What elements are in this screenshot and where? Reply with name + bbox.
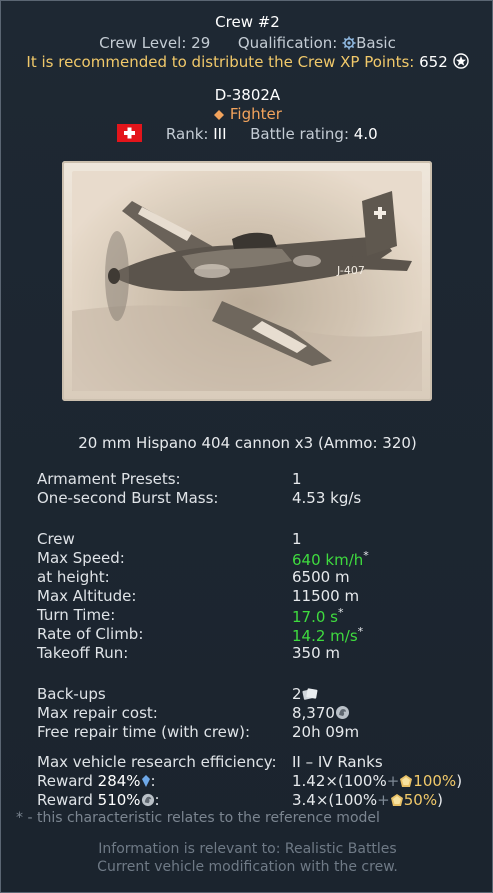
stat-row: Crew 1 [37,530,477,550]
stat-value: 350 m [292,644,341,662]
reward-sl-value: 3.4×(100%+ 50%) [292,791,443,811]
aircraft-silhouette-icon [72,191,422,391]
crew-xp-recommendation: It is recommended to distribute the Crew… [1,53,493,73]
vehicle-tooltip-card: Crew #2 Crew Level: 29 Qualification: Ba… [0,0,493,893]
rank-value: III [213,125,227,143]
reward-rp-row: Reward 284%: 1.42×(100%+ 100%) [37,772,477,792]
stat-value: 1 [292,530,302,548]
crew-level-label: Crew Level: [99,34,187,52]
stat-label: Turn Time: [37,606,116,624]
qualification-label: Qualification: [237,34,338,52]
stat-value: 17.0 s* [292,606,344,626]
vehicle-class-line: Fighter [1,105,493,125]
battle-rating-label: Battle rating: [250,125,349,143]
stat-row: Turn Time: 17.0 s* [37,606,477,626]
research-efficiency-label: Max vehicle research efficiency: [37,753,277,771]
reward-sl-label: Reward 510%: [37,791,160,811]
stat-value: 1 [292,470,302,488]
rank-label: Rank: [165,125,209,143]
repair-cost-row: Max repair cost: 8,370 [37,704,477,724]
rank-line: Rank: III Battle rating: 4.0 [1,124,493,146]
stat-label: Takeoff Run: [37,644,129,662]
reward-rp-label: Reward 284%: [37,772,156,792]
xp-points-value: 652 [419,53,448,71]
battle-rating-value: 4.0 [353,125,378,143]
fighter-class-icon [213,107,225,125]
recommend-text: It is recommended to distribute the Crew… [26,53,415,71]
reward-sl-row: Reward 510%: 3.4×(100%+ 50%) [37,791,477,811]
premium-bonus-icon [399,774,413,792]
stat-value: 4.53 kg/s [292,489,362,507]
backup-icon [302,687,318,705]
stat-row: Takeoff Run: 350 m [37,644,477,664]
repair-cost-value: 8,370 [292,704,350,724]
aircraft-marking: J-407 [337,264,365,277]
qualification-value: Basic [356,34,396,52]
backups-value: 2 [292,685,318,705]
switzerland-flag-icon [117,124,143,146]
stat-label: Armament Presets: [37,470,181,488]
gear-icon [342,36,356,54]
info-line-2: Current vehicle modification with the cr… [97,859,398,875]
stat-value: 640 km/h* [292,549,369,569]
stat-row: One-second Burst Mass: 4.53 kg/s [37,489,477,509]
backups-label: Back-ups [37,685,106,703]
stat-value: 11500 m [292,587,360,605]
backups-row: Back-ups 2 [37,685,477,705]
stat-row: at height: 6500 m [37,568,477,588]
stat-label: One-second Burst Mass: [37,489,219,507]
research-points-icon [141,774,151,792]
weapon-line: 20 mm Hispano 404 cannon x3 (Ammo: 320) [78,434,417,452]
stat-label: Crew [37,530,75,548]
premium-bonus-icon [390,793,404,811]
crew-level-value: 29 [191,34,211,52]
stat-label: Rate of Climb: [37,625,144,643]
stat-value: 6500 m [292,568,350,586]
silver-lions-icon [141,793,155,811]
stat-label: at height: [37,568,110,586]
silver-lions-icon [335,705,350,724]
reward-rp-value: 1.42×(100%+ 100%) [292,772,463,792]
vehicle-name: D-3802A [214,86,281,104]
info-line-1: Information is relevant to: Realistic Ba… [98,841,397,857]
stat-row: Max Altitude: 11500 m [37,587,477,607]
free-repair-row: Free repair time (with crew): 20h 09m [37,723,477,743]
stat-row: Max Speed: 640 km/h* [37,549,477,569]
free-repair-label: Free repair time (with crew): [37,723,251,741]
vehicle-photo: J-407 [62,161,432,401]
stat-label: Max Altitude: [37,587,137,605]
crew-xp-icon [452,53,469,73]
stat-row: Rate of Climb: 14.2 m/s* [37,625,477,645]
footnote: * - this characteristic relates to the r… [16,810,380,826]
stat-row: Armament Presets: 1 [37,470,477,490]
vehicle-class: Fighter [229,105,282,123]
research-efficiency-row: Max vehicle research efficiency: II – IV… [37,753,477,773]
research-efficiency-value: II – IV Ranks [292,753,383,771]
crew-level-line: Crew Level: 29 Qualification: Basic [1,34,493,54]
crew-title: Crew #2 [215,13,280,31]
free-repair-value: 20h 09m [292,723,360,741]
stat-value: 14.2 m/s* [292,625,364,645]
repair-cost-label: Max repair cost: [37,704,158,722]
stat-label: Max Speed: [37,549,125,567]
